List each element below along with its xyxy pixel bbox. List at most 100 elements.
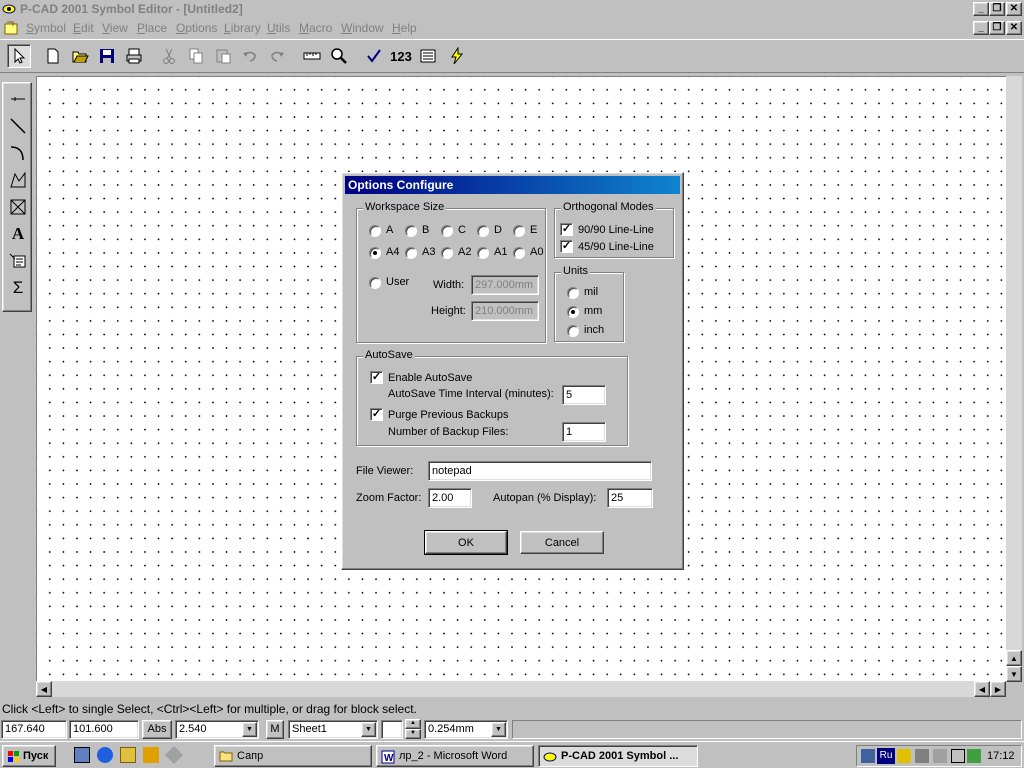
radio-size-a4[interactable] <box>369 247 381 259</box>
place-polygon-icon[interactable] <box>5 167 31 192</box>
tray-printer-icon[interactable] <box>915 749 929 763</box>
menu-help[interactable]: Help <box>392 21 417 35</box>
horizontal-scrollbar[interactable]: ◀ ◀ ▶ <box>36 681 1006 697</box>
radio-size-a1[interactable] <box>477 247 489 259</box>
internet-explorer-icon[interactable] <box>97 747 113 763</box>
y-coordinate-field[interactable]: 101.600 <box>69 720 139 739</box>
sheet-combo[interactable]: Sheet1 ▼ <box>288 720 378 739</box>
purge-backups-checkbox[interactable]: ✓ <box>370 408 383 421</box>
ok-button[interactable]: OK <box>424 530 508 555</box>
tray-language-indicator[interactable]: Ru <box>877 748 895 764</box>
spin-up-icon[interactable]: ▲ <box>405 719 421 729</box>
radio-size-e[interactable] <box>513 225 525 237</box>
place-attribute-icon[interactable] <box>5 248 31 273</box>
tray-antivirus-icon[interactable] <box>967 749 981 763</box>
select-arrow-icon[interactable] <box>7 44 31 68</box>
radio-size-b[interactable] <box>405 225 417 237</box>
scroll-down-icon[interactable]: ▼ <box>1006 666 1022 682</box>
task-button-word[interactable]: W лр_2 - Microsoft Word <box>376 745 534 767</box>
grid-dropdown-icon[interactable]: ▼ <box>242 722 257 737</box>
menu-utils[interactable]: Utils <box>267 21 290 35</box>
vertical-scrollbar[interactable]: ▲ ▼ <box>1006 76 1022 682</box>
place-point-icon[interactable] <box>5 194 31 219</box>
place-arc-icon[interactable] <box>5 140 31 165</box>
cut-icon[interactable] <box>157 44 181 68</box>
zoom-factor-field[interactable]: 2.00 <box>428 488 472 508</box>
abs-toggle-button[interactable]: Abs <box>142 720 172 739</box>
new-file-icon[interactable] <box>41 44 65 68</box>
radio-size-a2[interactable] <box>441 247 453 259</box>
radio-size-a[interactable] <box>369 225 381 237</box>
radio-unit-mm[interactable] <box>567 306 579 318</box>
radio-size-a0[interactable] <box>513 247 525 259</box>
menu-macro[interactable]: Macro <box>299 21 332 35</box>
task-button-sapr[interactable]: Сапр <box>214 745 372 767</box>
properties-icon[interactable] <box>416 44 440 68</box>
show-desktop-icon[interactable] <box>74 747 90 763</box>
x-coordinate-field[interactable]: 167.640 <box>1 720 67 739</box>
undo-icon[interactable] <box>238 44 262 68</box>
menu-edit[interactable]: Edit <box>73 21 94 35</box>
radio-unit-inch[interactable] <box>567 325 579 337</box>
measure-icon[interactable] <box>300 44 324 68</box>
place-field-icon[interactable]: Σ <box>5 275 31 300</box>
tray-network-icon[interactable] <box>861 749 875 763</box>
check-icon[interactable] <box>362 44 386 68</box>
line-width-combo[interactable]: 0.254mm ▼ <box>424 720 508 739</box>
place-pin-icon[interactable] <box>5 86 31 111</box>
radio-unit-mil[interactable] <box>567 287 579 299</box>
ortho-9090-checkbox[interactable]: ✓ <box>560 223 573 236</box>
tray-volume-icon[interactable] <box>951 749 965 763</box>
zoom-icon[interactable] <box>327 44 351 68</box>
close-button[interactable]: ✕ <box>1006 2 1022 16</box>
child-restore-button[interactable]: ❐ <box>989 21 1005 35</box>
task-button-pcad[interactable]: P-CAD 2001 Symbol ... <box>538 745 698 767</box>
print-icon[interactable] <box>122 44 146 68</box>
ortho-4590-checkbox[interactable]: ✓ <box>560 240 573 253</box>
menu-symbol[interactable]: Symbol <box>26 21 66 35</box>
restore-button[interactable]: ❐ <box>989 2 1005 16</box>
menu-options[interactable]: Options <box>176 21 217 35</box>
minimize-button[interactable]: _ <box>973 2 989 16</box>
quicklaunch-icon[interactable] <box>143 747 159 763</box>
child-minimize-button[interactable]: _ <box>973 21 989 35</box>
tray-power-icon[interactable] <box>897 749 911 763</box>
radio-size-user[interactable] <box>369 277 381 289</box>
sheet-dropdown-icon[interactable]: ▼ <box>361 722 376 737</box>
radio-size-a3[interactable] <box>405 247 417 259</box>
menu-view[interactable]: View <box>102 21 128 35</box>
child-close-button[interactable]: ✕ <box>1006 21 1022 35</box>
menu-place[interactable]: Place <box>137 21 167 35</box>
line-width-dropdown-icon[interactable]: ▼ <box>491 722 506 737</box>
grid-combo[interactable]: 2.540 ▼ <box>175 720 259 739</box>
scroll-left-icon[interactable]: ◀ <box>36 681 52 697</box>
place-line-icon[interactable] <box>5 113 31 138</box>
scroll-right-icon[interactable]: ▶ <box>990 681 1006 697</box>
scroll-up-icon[interactable]: ▲ <box>1006 650 1022 666</box>
width-field[interactable]: 297.000mm <box>471 275 539 295</box>
cancel-button[interactable]: Cancel <box>520 531 604 554</box>
tray-device-icon[interactable] <box>933 749 947 763</box>
layer-color-swatch[interactable] <box>381 720 403 739</box>
start-button[interactable]: Пуск <box>2 745 56 767</box>
save-disk-icon[interactable] <box>95 44 119 68</box>
redo-icon[interactable] <box>265 44 289 68</box>
paste-icon[interactable] <box>211 44 235 68</box>
backup-count-field[interactable]: 1 <box>562 422 606 442</box>
radio-size-d[interactable] <box>477 225 489 237</box>
autopan-field[interactable]: 25 <box>607 488 653 508</box>
menu-window[interactable]: Window <box>341 21 384 35</box>
radio-size-c[interactable] <box>441 225 453 237</box>
spin-down-icon[interactable]: ▼ <box>405 729 421 739</box>
scroll-left-end-icon[interactable]: ◀ <box>974 681 990 697</box>
lightning-icon[interactable] <box>445 44 469 68</box>
outlook-icon[interactable] <box>120 747 136 763</box>
menu-library[interactable]: Library <box>224 21 261 35</box>
height-field[interactable]: 210.000mm <box>471 301 539 321</box>
autosave-interval-field[interactable]: 5 <box>562 385 606 405</box>
open-folder-icon[interactable] <box>68 44 92 68</box>
enable-autosave-checkbox[interactable]: ✓ <box>370 371 383 384</box>
file-viewer-field[interactable]: notepad <box>428 461 652 481</box>
m-toggle-button[interactable]: M <box>266 720 284 739</box>
renumber-button[interactable]: 123 <box>389 44 413 68</box>
